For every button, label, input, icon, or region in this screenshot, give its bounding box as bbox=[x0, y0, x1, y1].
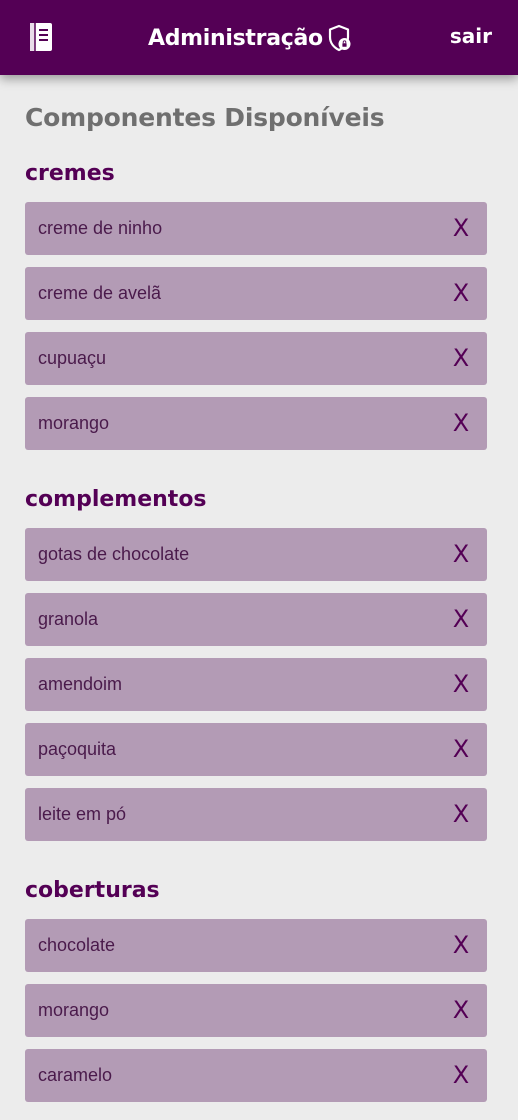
menu-book-button[interactable] bbox=[24, 18, 58, 56]
component-item-label: amendoim bbox=[38, 674, 123, 694]
section-title: cremes bbox=[25, 161, 115, 186]
logout-button[interactable]: sair bbox=[450, 24, 492, 48]
component-item[interactable]: granola X bbox=[25, 593, 487, 646]
component-item[interactable]: amendoim X bbox=[25, 658, 487, 711]
remove-component-button[interactable]: X bbox=[448, 996, 474, 1024]
component-item[interactable]: caramelo X bbox=[25, 1049, 487, 1102]
component-item-label: caramelo bbox=[38, 1065, 113, 1085]
component-item[interactable]: paçoquita X bbox=[25, 723, 487, 776]
top-app-bar: Administração sair bbox=[0, 0, 518, 75]
component-item-label: cupuaçu bbox=[38, 348, 107, 368]
section-title: coberturas bbox=[25, 878, 160, 903]
component-item[interactable]: chocolate X bbox=[25, 919, 487, 972]
component-item-label: morango bbox=[38, 413, 110, 433]
component-item-label: creme de avelã bbox=[38, 283, 162, 303]
remove-component-button[interactable]: X bbox=[448, 279, 474, 307]
components-panel: Componentes Disponíveis cremes creme de n… bbox=[25, 98, 487, 1102]
component-item[interactable]: morango X bbox=[25, 984, 487, 1037]
remove-component-button[interactable]: X bbox=[448, 540, 474, 568]
shield-lock-icon bbox=[327, 24, 355, 52]
header-title-group: Administração bbox=[148, 20, 355, 56]
remove-component-button[interactable]: X bbox=[448, 344, 474, 372]
component-item[interactable]: gotas de chocolate X bbox=[25, 528, 487, 581]
remove-component-button[interactable]: X bbox=[448, 214, 474, 242]
component-item-label: creme de ninho bbox=[38, 218, 163, 238]
component-item[interactable]: creme de ninho X bbox=[25, 202, 487, 255]
remove-component-button[interactable]: X bbox=[448, 735, 474, 763]
component-item-label: morango bbox=[38, 1000, 110, 1020]
remove-component-button[interactable]: X bbox=[448, 605, 474, 633]
component-item-label: paçoquita bbox=[38, 739, 117, 759]
book-icon bbox=[30, 23, 52, 51]
header-title: Administração bbox=[148, 25, 323, 51]
component-item-label: granola bbox=[38, 609, 99, 629]
section-title: complementos bbox=[25, 487, 207, 512]
component-item-label: leite em pó bbox=[38, 804, 127, 824]
remove-component-button[interactable]: X bbox=[448, 1061, 474, 1089]
remove-component-button[interactable]: X bbox=[448, 409, 474, 437]
component-item-label: chocolate bbox=[38, 935, 116, 955]
remove-component-button[interactable]: X bbox=[448, 670, 474, 698]
component-item[interactable]: leite em pó X bbox=[25, 788, 487, 841]
remove-component-button[interactable]: X bbox=[448, 800, 474, 828]
remove-component-button[interactable]: X bbox=[448, 931, 474, 959]
component-item[interactable]: cupuaçu X bbox=[25, 332, 487, 385]
component-item[interactable]: creme de avelã X bbox=[25, 267, 487, 320]
component-item-label: gotas de chocolate bbox=[38, 544, 190, 564]
page-title: Componentes Disponíveis bbox=[25, 103, 385, 132]
component-item[interactable]: morango X bbox=[25, 397, 487, 450]
